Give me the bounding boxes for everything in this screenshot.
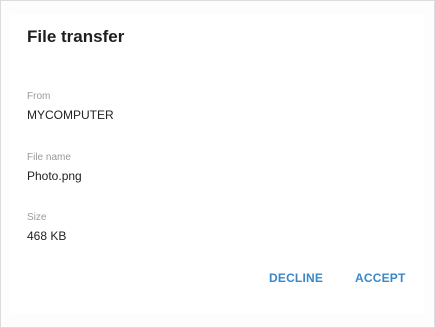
dialog-title: File transfer xyxy=(27,27,125,46)
from-label: From xyxy=(27,91,51,102)
from-value: MYCOMPUTER xyxy=(27,108,114,122)
file-name-value: Photo.png xyxy=(27,169,82,183)
file-transfer-dialog xyxy=(10,14,424,314)
accept-button[interactable]: ACCEPT xyxy=(355,271,406,285)
size-label: Size xyxy=(27,212,47,223)
decline-button[interactable]: DECLINE xyxy=(269,271,323,285)
size-value: 468 KB xyxy=(27,229,67,243)
file-name-label: File name xyxy=(27,152,71,163)
